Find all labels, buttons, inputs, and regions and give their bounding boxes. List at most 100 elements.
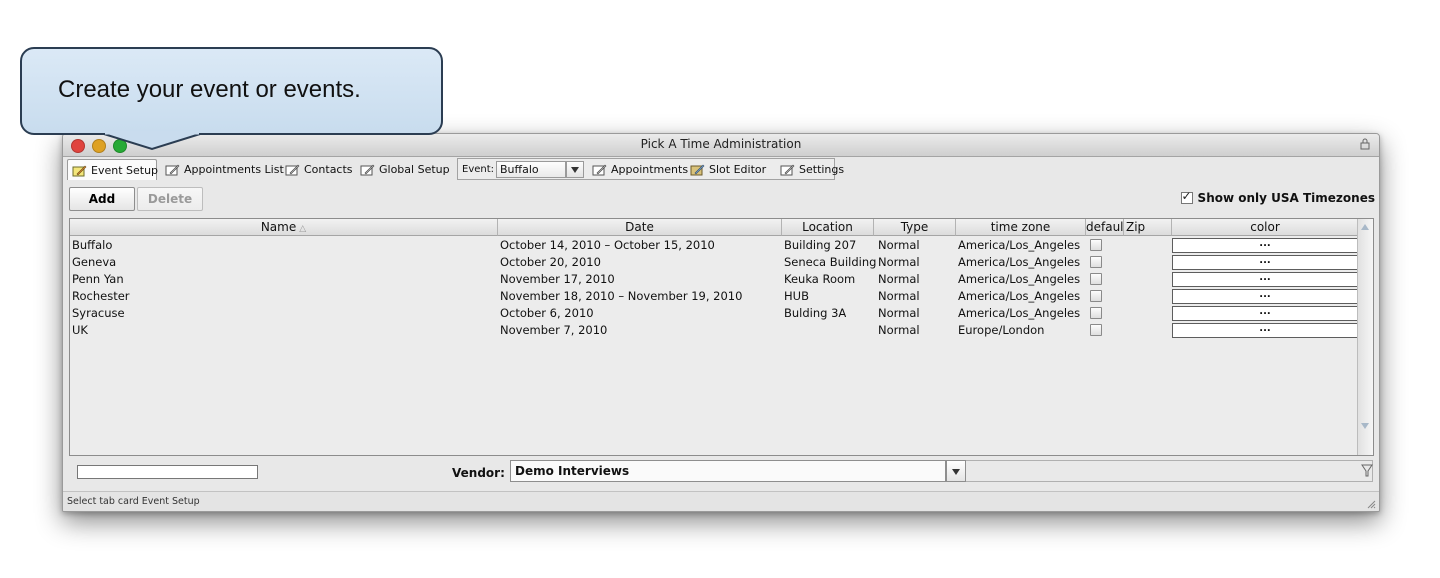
tab-label: Settings — [799, 163, 845, 176]
tab-label: Global Setup — [379, 163, 450, 176]
vendor-label: Vendor: — [452, 466, 505, 480]
cell-location: Bulding 3A — [784, 306, 847, 320]
color-picker-button[interactable]: ... — [1172, 306, 1358, 321]
callout-text: Create your event or events. — [58, 76, 361, 103]
tab-slot-editor[interactable]: Slot Editor — [686, 160, 772, 179]
tab-settings[interactable]: Settings — [776, 160, 844, 179]
table-row[interactable]: UK November 7, 2010 Normal Europe/London... — [70, 322, 1358, 339]
table-row[interactable]: Penn Yan November 17, 2010 Keuka Room Norma… — [70, 271, 1358, 288]
column-header-default[interactable]: default — [1086, 219, 1124, 236]
color-picker-button[interactable]: ... — [1172, 272, 1358, 287]
delete-button[interactable]: Delete — [137, 187, 203, 211]
table-row[interactable]: Geneva October 20, 2010 Seneca Building Nor… — [70, 254, 1358, 271]
usa-timezone-filter[interactable]: Show only USA Timezones — [1180, 189, 1375, 205]
filter-icon[interactable] — [1361, 464, 1373, 477]
cell-location: Keuka Room — [784, 272, 856, 286]
cell-date: October 20, 2010 — [500, 255, 601, 269]
cell-timezone: America/Los_Angeles — [958, 238, 1081, 252]
cell-location: Building 207 — [784, 238, 857, 252]
cell-type: Normal — [878, 323, 920, 337]
usa-timezone-label: Show only USA Timezones — [1197, 191, 1375, 205]
event-select[interactable]: Buffalo — [496, 161, 566, 178]
settings-card-icon — [780, 164, 795, 176]
color-picker-button[interactable]: ... — [1172, 289, 1358, 304]
cell-date: November 7, 2010 — [500, 323, 608, 337]
scroll-up-icon[interactable] — [1361, 224, 1369, 230]
tab-contacts[interactable]: Contacts — [281, 160, 353, 179]
column-header-location[interactable]: Location — [782, 219, 874, 236]
appointments-card-icon — [592, 164, 607, 176]
color-picker-button[interactable]: ... — [1172, 238, 1358, 253]
column-header-type[interactable]: Type — [874, 219, 956, 236]
cell-name: Geneva — [72, 255, 117, 269]
column-header-timezone[interactable]: time zone — [956, 219, 1086, 236]
vendor-select[interactable]: Demo Interviews — [510, 460, 946, 482]
tab-label: Slot Editor — [709, 163, 767, 176]
tab-label: Contacts — [304, 163, 353, 176]
sort-ascending-icon: △ — [299, 224, 307, 234]
list-card-icon — [165, 164, 180, 176]
default-checkbox[interactable] — [1090, 290, 1102, 302]
tab-appointments[interactable]: Appointments — [588, 160, 688, 179]
vendor-field-extension — [966, 460, 1373, 482]
tab-appointments-list[interactable]: Appointments List — [161, 160, 284, 179]
default-checkbox[interactable] — [1090, 273, 1102, 285]
default-checkbox[interactable] — [1090, 324, 1102, 336]
cell-name: Buffalo — [72, 238, 113, 252]
tab-label: Appointments — [611, 163, 689, 176]
cell-location: Seneca Building — [784, 255, 877, 269]
event-tab-group: Event: Buffalo Appointments Slot Editor — [457, 158, 844, 180]
usa-timezone-checkbox[interactable] — [1180, 189, 1193, 204]
table-row[interactable]: Syracuse October 6, 2010 Bulding 3A Normal A… — [70, 305, 1358, 322]
column-header-zip[interactable]: Zip — [1124, 219, 1172, 236]
tab-global-setup[interactable]: Global Setup — [356, 160, 450, 179]
status-bar: Select tab card Event Setup — [63, 491, 1379, 511]
column-header-name[interactable]: Name △ — [70, 219, 498, 236]
default-checkbox[interactable] — [1090, 239, 1102, 251]
event-select-dropdown-button[interactable] — [566, 161, 584, 178]
cell-timezone: America/Los_Angeles — [958, 289, 1081, 303]
scroll-down-icon[interactable] — [1361, 423, 1369, 429]
vendor-dropdown-button[interactable] — [946, 460, 966, 482]
table-row[interactable]: Buffalo October 14, 2010 – October 15, 20… — [70, 237, 1358, 254]
cell-type: Normal — [878, 255, 920, 269]
cell-location: HUB — [784, 289, 809, 303]
cell-timezone: America/Los_Angeles — [958, 306, 1081, 320]
status-text: Select tab card Event Setup — [67, 496, 200, 507]
column-header-date[interactable]: Date — [498, 219, 782, 236]
tab-label: Event Setup — [91, 163, 159, 177]
cell-date: November 17, 2010 — [500, 272, 615, 286]
main-tab-bar: Event Setup Appointments List Contacts G… — [63, 157, 1379, 181]
admin-window: Pick A Time Administration Event Setup A… — [62, 133, 1380, 512]
global-card-icon — [360, 164, 375, 176]
cell-date: November 18, 2010 – November 19, 2010 — [500, 289, 743, 303]
cell-name: Penn Yan — [72, 272, 124, 286]
cell-timezone: America/Los_Angeles — [958, 255, 1081, 269]
cell-name: UK — [72, 323, 88, 337]
tab-label: Appointments List — [184, 163, 284, 176]
events-table: Name △ Date Location Type time zone defau… — [69, 218, 1374, 456]
resize-grip-icon[interactable] — [1366, 499, 1376, 509]
search-input[interactable] — [77, 465, 258, 479]
cell-timezone: America/Los_Angeles — [958, 272, 1081, 286]
title-bar[interactable]: Pick A Time Administration — [63, 134, 1379, 157]
color-picker-button[interactable]: ... — [1172, 323, 1358, 338]
table-row[interactable]: Rochester November 18, 2010 – November 19… — [70, 288, 1358, 305]
tab-event-setup[interactable]: Event Setup — [67, 159, 159, 180]
cell-type: Normal — [878, 289, 920, 303]
add-button[interactable]: Add — [69, 187, 135, 211]
cell-type: Normal — [878, 238, 920, 252]
cell-name: Syracuse — [72, 306, 125, 320]
window-title: Pick A Time Administration — [640, 137, 802, 151]
cell-type: Normal — [878, 272, 920, 286]
column-header-color[interactable]: color — [1172, 219, 1359, 236]
event-label: Event: — [462, 164, 495, 175]
table-header: Name △ Date Location Type time zone defau… — [70, 219, 1359, 236]
default-checkbox[interactable] — [1090, 307, 1102, 319]
default-checkbox[interactable] — [1090, 256, 1102, 268]
cell-date: October 14, 2010 – October 15, 2010 — [500, 238, 715, 252]
slot-editor-icon — [690, 164, 705, 176]
color-picker-button[interactable]: ... — [1172, 255, 1358, 270]
lock-icon — [1360, 138, 1370, 150]
table-scrollbar[interactable] — [1357, 219, 1373, 455]
